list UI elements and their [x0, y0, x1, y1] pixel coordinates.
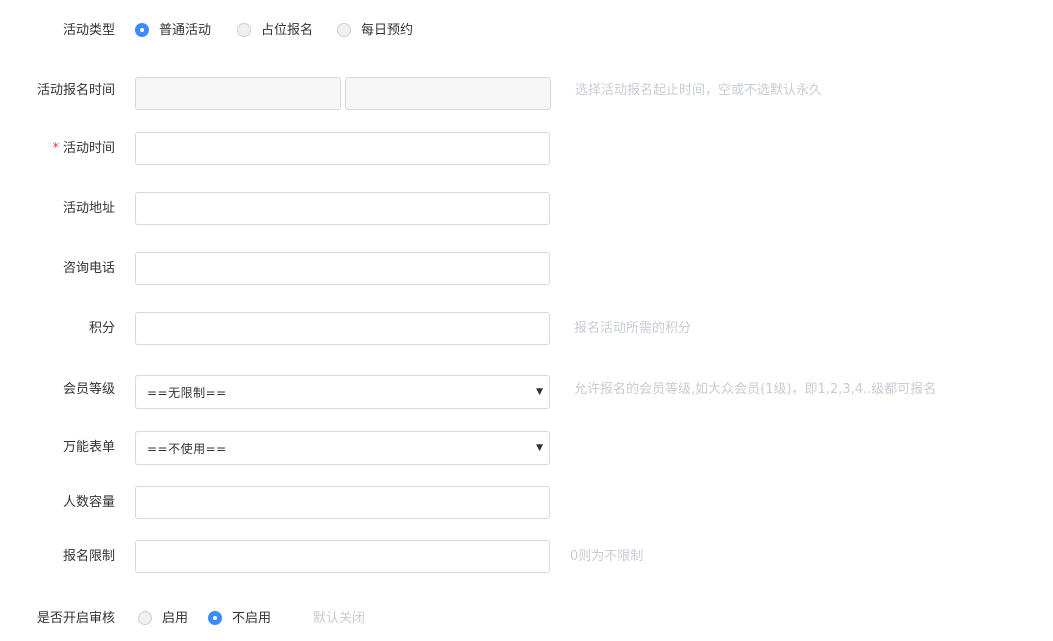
radio-circle-icon	[135, 23, 149, 37]
signup-limit-label: 报名限制	[62, 549, 115, 564]
radio-label: 每日预约	[361, 23, 414, 38]
radio-circle-icon	[208, 611, 222, 625]
universal-form-label: 万能表单	[62, 440, 115, 455]
member-level-row: 会员等级 ==无限制== ▼ 允许报名的会员等级,如大众会员(1级)，即1,2,…	[0, 373, 1053, 409]
activity-type-row: 活动类型 普通活动 占位报名 每日预约	[0, 14, 1053, 48]
phone-row: 咨询电话	[0, 252, 1053, 286]
radio-label: 占位报名	[261, 23, 314, 38]
capacity-row: 人数容量	[0, 486, 1053, 520]
member-level-select[interactable]: ==无限制== ▼	[135, 375, 550, 409]
points-label: 积分	[88, 321, 115, 336]
signup-limit-input[interactable]	[135, 540, 550, 573]
signup-time-hint: 选择活动报名起止时间，空或不选默认永久	[575, 83, 823, 98]
signup-time-row: 活动报名时间 选择活动报名起止时间，空或不选默认永久	[0, 74, 1053, 110]
activity-time-row: * 活动时间	[0, 132, 1053, 166]
radio-circle-icon	[337, 23, 351, 37]
signup-end-time-input[interactable]	[345, 77, 551, 110]
address-row: 活动地址	[0, 192, 1053, 226]
points-row: 积分 报名活动所需的积分	[0, 312, 1053, 346]
capacity-label: 人数容量	[62, 495, 115, 510]
caret-down-icon: ▼	[536, 443, 543, 453]
radio-circle-icon	[138, 611, 152, 625]
points-hint: 报名活动所需的积分	[574, 321, 692, 336]
activity-time-label: * 活动时间	[52, 132, 115, 166]
phone-input[interactable]	[135, 252, 550, 285]
activity-time-label-text: 活动时间	[62, 141, 115, 156]
caret-down-icon: ▼	[536, 387, 543, 397]
universal-form-row: 万能表单 ==不使用== ▼	[0, 431, 1053, 465]
radio-label: 启用	[162, 611, 189, 626]
member-level-selected-value: ==无限制==	[147, 386, 227, 400]
member-level-hint: 允许报名的会员等级,如大众会员(1级)，即1,2,3,4..级都可报名	[574, 382, 937, 397]
signup-limit-hint: 0则为不限制	[570, 549, 644, 564]
review-hint: 默认关闭	[313, 611, 366, 626]
activity-time-input[interactable]	[135, 132, 550, 165]
signup-time-label: 活动报名时间	[36, 83, 115, 98]
phone-label: 咨询电话	[62, 261, 115, 276]
radio-label: 普通活动	[159, 23, 212, 38]
radio-circle-icon	[237, 23, 251, 37]
member-level-label: 会员等级	[62, 382, 115, 397]
radio-label: 不启用	[232, 611, 272, 626]
universal-form-selected-value: ==不使用==	[147, 442, 227, 456]
signup-limit-row: 报名限制 0则为不限制	[0, 540, 1053, 574]
signup-start-time-input[interactable]	[135, 77, 341, 110]
required-mark: *	[52, 141, 59, 156]
review-row: 是否开启审核 启用 不启用 默认关闭	[0, 602, 1053, 636]
activity-form: 活动类型 普通活动 占位报名 每日预约 活动报名时间 选择活动报名起止时间，空或…	[0, 0, 1053, 641]
address-label: 活动地址	[62, 201, 115, 216]
capacity-input[interactable]	[135, 486, 550, 519]
activity-type-label: 活动类型	[62, 23, 115, 38]
review-label: 是否开启审核	[36, 611, 115, 626]
points-input[interactable]	[135, 312, 550, 345]
universal-form-select[interactable]: ==不使用== ▼	[135, 431, 550, 465]
address-input[interactable]	[135, 192, 550, 225]
